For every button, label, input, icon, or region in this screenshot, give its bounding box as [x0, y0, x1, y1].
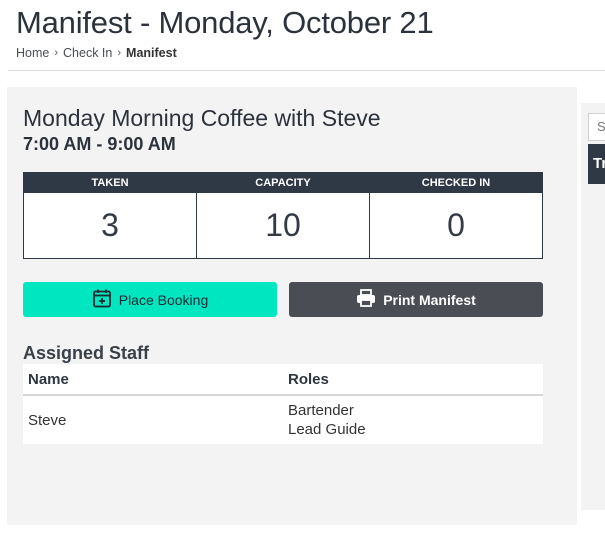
breadcrumb-manifest: Manifest — [126, 46, 177, 60]
chevron-right-icon: › — [54, 47, 59, 59]
role-item: Bartender — [288, 402, 354, 419]
stat-checked-in-label: CHECKED IN — [370, 173, 542, 193]
stat-taken: TAKEN 3 — [24, 173, 197, 258]
stat-taken-label: TAKEN — [24, 173, 196, 193]
page-title: Manifest - Monday, October 21 — [16, 5, 434, 40]
stats-table: TAKEN 3 CAPACITY 10 CHECKED IN 0 — [23, 172, 543, 259]
chevron-right-icon: › — [117, 47, 122, 59]
place-booking-label: Place Booking — [118, 291, 209, 308]
column-header-name: Name — [28, 370, 69, 388]
breadcrumb-check-in[interactable]: Check In — [63, 46, 112, 60]
calendar-plus-icon — [92, 288, 112, 311]
breadcrumb: Home › Check In › Manifest — [16, 46, 177, 60]
stat-capacity-value: 10 — [265, 207, 301, 243]
event-title: Monday Morning Coffee with Steve — [23, 105, 381, 131]
assigned-staff-title: Assigned Staff — [23, 343, 150, 363]
printer-icon — [356, 289, 376, 310]
place-booking-button[interactable]: Place Booking — [23, 282, 277, 317]
print-manifest-label: Print Manifest — [383, 291, 476, 308]
column-header-roles: Roles — [288, 370, 329, 388]
side-table-header: Tr — [588, 144, 605, 184]
role-item: Lead Guide — [288, 421, 366, 438]
print-manifest-button[interactable]: Print Manifest — [289, 282, 543, 317]
stat-capacity: CAPACITY 10 — [197, 173, 370, 258]
stat-capacity-label: CAPACITY — [197, 173, 369, 193]
breadcrumb-home[interactable]: Home — [16, 46, 49, 60]
staff-table: Name Roles Steve Bartender Lead Guide — [23, 364, 543, 444]
staff-roles: Bartender Lead Guide — [283, 401, 543, 439]
event-time: 7:00 AM - 9:00 AM — [23, 134, 176, 154]
table-row: Steve Bartender Lead Guide — [23, 396, 543, 444]
stat-taken-value: 3 — [101, 207, 119, 243]
table-header-row: Name Roles — [23, 364, 543, 396]
side-search-input[interactable]: S — [588, 113, 605, 141]
staff-name: Steve — [28, 411, 67, 429]
header-divider — [8, 70, 605, 71]
stat-checked-in-value: 0 — [447, 207, 465, 243]
stat-checked-in: CHECKED IN 0 — [370, 173, 542, 258]
